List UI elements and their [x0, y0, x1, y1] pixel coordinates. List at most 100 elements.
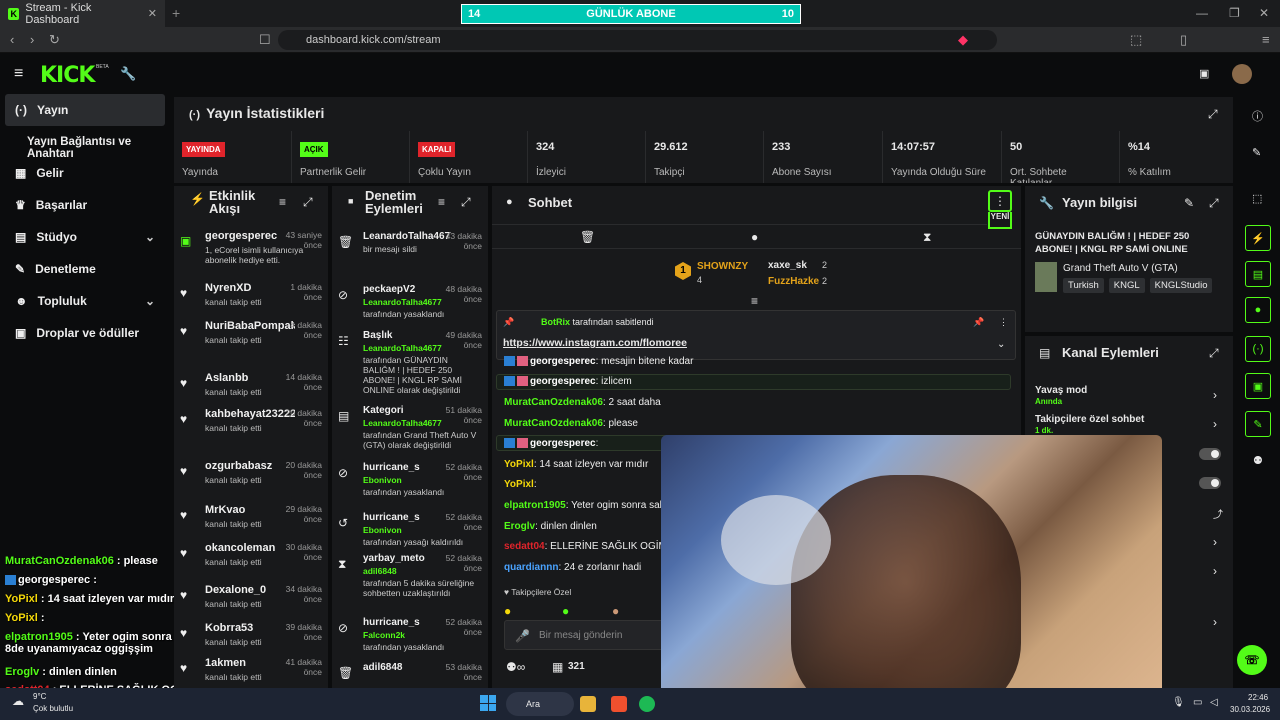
pin-icon[interactable]: 📌	[973, 317, 984, 328]
popout-icon[interactable]: ⤢	[1208, 107, 1218, 122]
windows-start-icon[interactable]	[480, 695, 496, 711]
maximize-icon[interactable]: ❐	[1229, 6, 1240, 20]
activity-item[interactable]: ♥ okancoleman kanalı takip etti 30 dakika ö…	[180, 542, 322, 567]
pinned-link[interactable]: https://www.instagram.com/flomoree	[503, 337, 687, 349]
moderation-item[interactable]: ↺ hurricane_s Ebonivon tarafından yasağı ka…	[338, 512, 482, 547]
sidebar-item-gelir[interactable]: ▦ Gelir	[5, 157, 165, 189]
edit-icon[interactable]: ✎	[1252, 146, 1261, 159]
help-button[interactable]: ☏	[1237, 645, 1267, 675]
people-icon[interactable]: ⚉	[1253, 454, 1263, 467]
chevron-right-icon[interactable]: ›	[1213, 388, 1217, 402]
chat-menu-button[interactable]: ⋮	[988, 190, 1012, 212]
activity-item[interactable]: ♥ 1akmen kanalı takip etti 41 dakika önce	[180, 657, 322, 682]
chat-username[interactable]: MuratCanOzdenak06	[504, 397, 603, 408]
chat-username[interactable]: georgesperec	[530, 438, 596, 449]
poll-icon[interactable]: ⚉∞	[506, 660, 525, 674]
filter-icon[interactable]: ≡	[279, 195, 286, 209]
tag[interactable]: KNGL	[1108, 278, 1145, 293]
chevron-down-icon[interactable]: ⌄	[997, 339, 1005, 350]
popout-icon[interactable]: ⤢	[303, 195, 313, 210]
moderation-item[interactable]: ⧗ yarbay_meto adil6848 tarafından 5 dakika …	[338, 553, 482, 598]
sidebar-item-studyo[interactable]: ▤ Stüdyo ⌄	[5, 221, 165, 253]
chevron-right-icon[interactable]: ›	[1213, 615, 1217, 629]
activity-item[interactable]: ♥ kahbehayat23222f kanalı takip etti 20 dak…	[180, 408, 322, 433]
moderation-item[interactable]: ▤ Kategori LeanardoTalha4677 tarafından Gra…	[338, 405, 482, 450]
edit-icon[interactable]: ✎	[1184, 196, 1194, 210]
activity-item[interactable]: ♥ ozgurbabasz kanalı takip etti 20 dakika ö…	[180, 460, 322, 485]
chevron-right-icon[interactable]: ›	[1213, 535, 1217, 549]
channel-icon[interactable]: ▣	[1245, 373, 1271, 399]
browser-menu-icon[interactable]: ≡	[1262, 32, 1270, 47]
wrench-icon[interactable]: ✎	[1245, 411, 1271, 437]
popout-icon[interactable]: ⤢	[1209, 346, 1219, 361]
chat-username[interactable]: YoPixl	[504, 459, 534, 470]
close-tab-icon[interactable]: ✕	[148, 7, 157, 20]
forward-icon[interactable]: ›	[30, 32, 34, 47]
reload-icon[interactable]: ↻	[49, 32, 60, 48]
microphone-icon[interactable]: 🎙	[1172, 697, 1185, 708]
brave-shield-icon[interactable]: ◆	[958, 32, 968, 48]
lightning-icon[interactable]: ⚡	[1245, 225, 1271, 251]
chat-username[interactable]: quardiannn	[504, 562, 558, 573]
wrench-icon[interactable]: 🔧	[120, 66, 136, 82]
chat-input[interactable]: 🎤 Bir mesaj gönderin	[504, 620, 664, 650]
sidebar-item-droplar[interactable]: ▣ Droplar ve ödüller	[5, 317, 165, 349]
moderation-item[interactable]: ⊘ peckaepV2 LeanardoTalha4677 tarafından ya…	[338, 284, 482, 319]
trash-icon[interactable]: 🗑	[580, 230, 595, 244]
sidebar-item-denetleme[interactable]: ✎ Denetleme	[5, 253, 165, 285]
chat-username[interactable]: YoPixl	[504, 479, 534, 490]
activity-item[interactable]: ♥ Dexalone_0 kanalı takip etti 34 dakika ön…	[180, 584, 322, 609]
broadcast-icon[interactable]: (·)	[1245, 336, 1271, 362]
chat-username[interactable]: elpatron1905	[504, 500, 566, 511]
activity-item[interactable]: ♥ NyrenXD kanalı takip etti 1 dakika önce	[180, 282, 322, 307]
extensions-icon[interactable]: ⬚	[1130, 32, 1142, 48]
url-bar[interactable]: dashboard.kick.com/stream	[278, 30, 997, 50]
sidebar-toggle-icon[interactable]: ▯	[1180, 32, 1187, 48]
more-icon[interactable]: ⋮	[999, 317, 1008, 328]
hourglass-icon[interactable]: ⧗	[923, 230, 931, 245]
moderation-item[interactable]: 🗑 adil6848 53 dakika önce	[338, 662, 482, 682]
sidebar-item-basarilar[interactable]: ♛ Başarılar	[5, 189, 165, 221]
back-icon[interactable]: ‹	[10, 32, 14, 47]
popout-icon[interactable]: ⤢	[461, 195, 471, 210]
filter-icon[interactable]: ≡	[438, 195, 445, 209]
bookmark-icon[interactable]: ☐	[259, 32, 271, 48]
moderation-item[interactable]: 🗑 LeanardoTalha4677 bir mesajı sildi 43 dak…	[338, 231, 482, 254]
chat-icon[interactable]: ●	[1245, 297, 1271, 323]
new-tab-icon[interactable]: +	[172, 5, 180, 21]
sidebar-item-topluluk[interactable]: ☻ Topluluk ⌄	[5, 285, 165, 317]
activity-item[interactable]: ♥ Aslanbb kanalı takip etti 14 dakika önce	[180, 372, 322, 397]
moderation-item[interactable]: ☷ Başlık LeanardoTalha4677 tarafından GÜNAY…	[338, 330, 482, 395]
volume-icon[interactable]: ◁	[1210, 697, 1218, 708]
expand-leaderboard-icon[interactable]: ≡	[751, 294, 758, 308]
kick-logo[interactable]: KICK	[40, 63, 95, 88]
toggle-switch[interactable]	[1199, 477, 1221, 489]
brave-icon[interactable]	[611, 696, 627, 712]
chat-username[interactable]: georgesperec	[530, 356, 596, 367]
toggle-switch[interactable]	[1199, 448, 1221, 460]
chat-username[interactable]: Eroglv	[504, 521, 535, 532]
file-explorer-icon[interactable]	[580, 696, 596, 712]
camera-icon[interactable]: ⬚	[1252, 192, 1262, 205]
document-icon[interactable]: ▤	[1245, 261, 1271, 287]
spotify-icon[interactable]	[639, 696, 655, 712]
tag[interactable]: Turkish	[1063, 278, 1104, 293]
info-icon[interactable]: ⓘ	[1252, 108, 1263, 124]
creator-mode-icon[interactable]: ▣	[1199, 67, 1209, 80]
taskbar-search[interactable]: Ara	[506, 692, 574, 716]
sidebar-item-yayin[interactable]: (·) Yayın	[5, 94, 165, 126]
popout-icon[interactable]: ⤢	[1209, 196, 1219, 211]
chat-username[interactable]: sedatt04	[504, 541, 545, 552]
external-link-icon[interactable]: ⤴	[1213, 506, 1223, 521]
moderation-item[interactable]: ⊘ hurricane_s Ebonivon tarafından yasakland…	[338, 462, 482, 497]
moderation-item[interactable]: ⊘ hurricane_s Falconn2k tarafından yasaklan…	[338, 617, 482, 652]
chat-username[interactable]: georgesperec	[530, 376, 596, 387]
browser-tab[interactable]: K Stream - Kick Dashboard ✕	[0, 0, 165, 27]
microphone-icon[interactable]: 🎤	[515, 629, 530, 643]
close-window-icon[interactable]: ✕	[1259, 6, 1269, 20]
activity-item[interactable]: ▣ georgesperec 1, eCorel isimli kullanıcıy…	[180, 230, 322, 265]
minimize-icon[interactable]: —	[1196, 6, 1208, 20]
chat-bubble-icon[interactable]: ●	[751, 230, 758, 244]
activity-item[interactable]: ♥ Kobrra53 kanalı takip etti 39 dakika önce	[180, 622, 322, 647]
network-icon[interactable]: ▭	[1193, 697, 1202, 708]
